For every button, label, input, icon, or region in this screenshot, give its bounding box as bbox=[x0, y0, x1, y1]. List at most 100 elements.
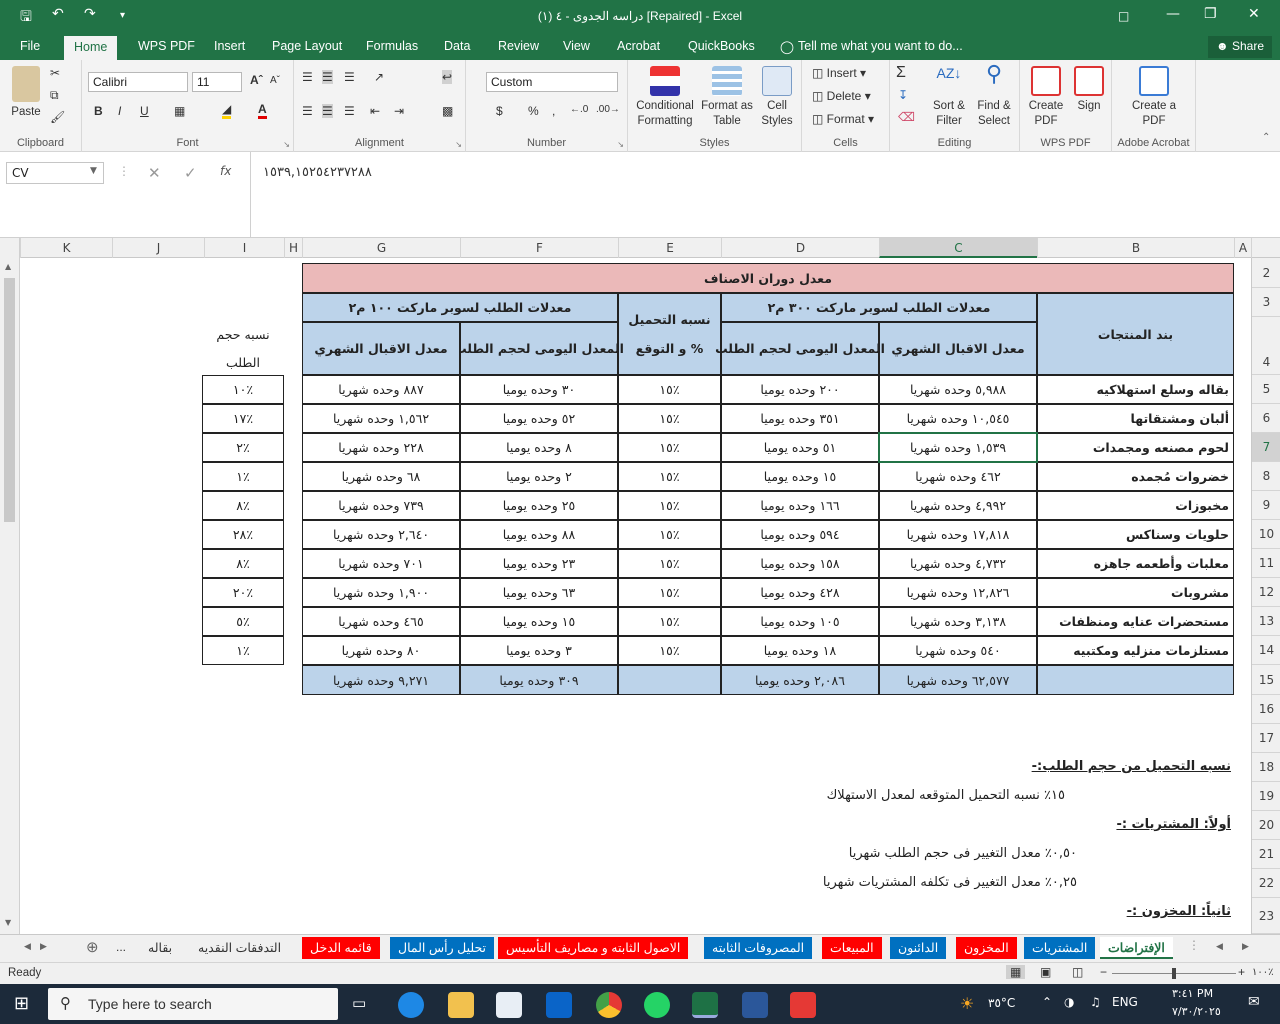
row-header[interactable]: 4 bbox=[1252, 317, 1280, 375]
zoom-out-icon[interactable]: − bbox=[1100, 965, 1107, 979]
product-cell[interactable]: خضروات مُجمده bbox=[1037, 462, 1234, 491]
copy-icon[interactable]: ⧉ bbox=[50, 88, 59, 103]
tab-acrobat[interactable]: Acrobat bbox=[617, 39, 660, 53]
note-cost-change[interactable]: ٠,٢٥٪ معدل التغيير فى تكلفه المشتريات شه… bbox=[823, 875, 1077, 890]
zoom-in-icon[interactable]: + bbox=[1238, 965, 1245, 979]
monthly-300-cell[interactable]: ١,٥٣٩ وحده شهريا bbox=[879, 433, 1037, 462]
wps-icon[interactable] bbox=[790, 992, 816, 1018]
tab-formulas[interactable]: Formulas bbox=[366, 39, 418, 53]
tab-page-layout[interactable]: Page Layout bbox=[272, 39, 342, 53]
product-cell[interactable]: ألبان ومشتقاتها bbox=[1037, 404, 1234, 433]
formula-input[interactable]: ١٥٣٩,١٥٢٥٤٢٣٧٢٨٨ bbox=[250, 152, 1280, 238]
monthly-300-cell[interactable]: ٤,٩٩٢ وحده شهريا bbox=[879, 491, 1037, 520]
row-header[interactable]: 15 bbox=[1252, 665, 1280, 695]
share-cell[interactable]: ٢٨٪ bbox=[202, 520, 284, 549]
product-cell[interactable]: معلبات وأطعمه جاهزه bbox=[1037, 549, 1234, 578]
daily-300-cell[interactable]: ١٨ وحده يوميا bbox=[721, 636, 879, 665]
sheet-tab[interactable]: المخزون bbox=[956, 937, 1017, 959]
total-cell-g[interactable]: ٩,٢٧١ وحده شهريا bbox=[302, 665, 460, 695]
tray-overflow-icon[interactable]: ⌃ bbox=[1042, 995, 1052, 1009]
row-header[interactable]: 9 bbox=[1252, 491, 1280, 520]
language-indicator[interactable]: ENG bbox=[1112, 995, 1138, 1009]
name-box-dropdown-icon[interactable]: ▼ bbox=[90, 166, 97, 176]
load-rate-cell[interactable]: ١٥٪ bbox=[618, 462, 721, 491]
share-cell[interactable]: ١٪ bbox=[202, 636, 284, 665]
edge-icon[interactable] bbox=[398, 992, 424, 1018]
load-rate-cell[interactable]: ١٥٪ bbox=[618, 491, 721, 520]
close-button[interactable]: ✕ bbox=[1248, 6, 1260, 22]
load-rate-cell[interactable]: ١٥٪ bbox=[618, 520, 721, 549]
volume-icon[interactable]: ♫ bbox=[1090, 995, 1101, 1009]
percent-icon[interactable]: % bbox=[528, 104, 539, 118]
fill-icon[interactable]: ↧ bbox=[898, 88, 908, 102]
row-header[interactable]: 20 bbox=[1252, 811, 1280, 840]
taskbar-search[interactable]: Type here to search bbox=[48, 988, 338, 1020]
tab-insert[interactable]: Insert bbox=[214, 39, 245, 53]
column-header-j[interactable]: J bbox=[112, 238, 204, 258]
tab-quickbooks[interactable]: QuickBooks bbox=[688, 39, 755, 53]
alignment-launcher-icon[interactable]: ↘ bbox=[455, 140, 462, 149]
total-cell-d[interactable]: ٢,٠٨٦ وحده يوميا bbox=[721, 665, 879, 695]
load-header[interactable]: نسبه التحميل و التوقع % bbox=[618, 293, 721, 375]
sort-filter-button[interactable]: AZ↓ Sort & Filter bbox=[928, 66, 970, 129]
collapse-ribbon-icon[interactable]: ⌃ bbox=[1262, 132, 1270, 143]
total-cell-b[interactable] bbox=[1037, 665, 1234, 695]
note-heading-purchases[interactable]: أولاً: المشتريات :- bbox=[1116, 817, 1231, 832]
zoom-level[interactable]: ١٠٠٪ bbox=[1252, 967, 1274, 978]
product-cell[interactable]: بقاله وسلع استهلاكيه bbox=[1037, 375, 1234, 404]
product-cell[interactable]: مشروبات bbox=[1037, 578, 1234, 607]
daily-100-cell[interactable]: ٦٣ وحده يوميا bbox=[460, 578, 618, 607]
column-header-i[interactable]: I bbox=[204, 238, 284, 258]
currency-icon[interactable]: $ bbox=[496, 104, 503, 118]
sheet-grid[interactable]: معدل دوران الاصناف بند المنتجات معدلات ا… bbox=[20, 258, 1251, 934]
share-cell[interactable]: ١٧٪ bbox=[202, 404, 284, 433]
row-header[interactable]: 21 bbox=[1252, 840, 1280, 869]
fill-color-icon[interactable]: ◢ bbox=[222, 102, 232, 119]
monthly-300-cell[interactable]: ٥٤٠ وحده شهريا bbox=[879, 636, 1037, 665]
daily-300-cell[interactable]: ٣٥١ وحده يوميا bbox=[721, 404, 879, 433]
autosum-icon[interactable]: Σ bbox=[896, 64, 906, 82]
insert-cells-button[interactable]: ◫ Insert ▾ bbox=[812, 66, 866, 80]
monthly-300-header[interactable]: معدل الاقبال الشهري bbox=[879, 322, 1037, 375]
page-break-view-icon[interactable]: ◫ bbox=[1072, 965, 1083, 979]
load-rate-cell[interactable]: ١٥٪ bbox=[618, 607, 721, 636]
daily-100-cell[interactable]: ٣٠ وحده يوميا bbox=[460, 375, 618, 404]
monthly-300-cell[interactable]: ١٢,٨٢٦ وحده شهريا bbox=[879, 578, 1037, 607]
borders-icon[interactable]: ▦ bbox=[174, 104, 185, 118]
temperature[interactable]: ٣٥°C bbox=[988, 996, 1015, 1010]
daily-100-cell[interactable]: ٢ وحده يوميا bbox=[460, 462, 618, 491]
cell-styles-button[interactable]: Cell Styles bbox=[756, 66, 798, 129]
daily-300-header[interactable]: المعدل اليومى لحجم الطلب bbox=[715, 322, 885, 375]
daily-100-cell[interactable]: ٣ وحده يوميا bbox=[460, 636, 618, 665]
column-header-k[interactable]: K bbox=[20, 238, 112, 258]
monthly-300-cell[interactable]: ٤٦٢ وحده شهريا bbox=[879, 462, 1037, 491]
clear-icon[interactable]: ⌫ bbox=[898, 110, 915, 124]
tab-wps-pdf[interactable]: WPS PDF bbox=[138, 39, 195, 53]
font-launcher-icon[interactable]: ↘ bbox=[283, 140, 290, 149]
row-header[interactable]: 19 bbox=[1252, 782, 1280, 811]
monthly-100-cell[interactable]: ٧٠١ وحده شهريا bbox=[302, 549, 460, 578]
weather-icon[interactable]: ☀ bbox=[960, 994, 974, 1013]
daily-300-cell[interactable]: ٥٩٤ وحده يوميا bbox=[721, 520, 879, 549]
increase-decimal-icon[interactable]: ←.0 bbox=[570, 104, 588, 115]
conditional-formatting-button[interactable]: Conditional Formatting bbox=[630, 66, 700, 129]
file-explorer-icon[interactable] bbox=[448, 992, 474, 1018]
group-300-header[interactable]: معدلات الطلب لسوبر ماركت ٣٠٠ م٢ bbox=[721, 293, 1037, 322]
create-a-pdf-button[interactable]: Create a PDF bbox=[1130, 66, 1178, 129]
orientation-icon[interactable]: ↗ bbox=[374, 70, 384, 84]
normal-view-icon[interactable]: ▦ bbox=[1006, 965, 1026, 979]
column-header-d[interactable]: D bbox=[721, 238, 879, 258]
daily-300-cell[interactable]: ١٥٨ وحده يوميا bbox=[721, 549, 879, 578]
create-pdf-button[interactable]: Create PDF bbox=[1024, 66, 1068, 129]
font-color-icon[interactable]: A bbox=[258, 102, 267, 119]
align-left-icon[interactable]: ☰ bbox=[302, 104, 313, 118]
format-painter-icon[interactable]: 🖌 bbox=[50, 110, 65, 124]
load-rate-cell[interactable]: ١٥٪ bbox=[618, 636, 721, 665]
column-header-h[interactable]: H bbox=[284, 238, 302, 258]
monthly-300-cell[interactable]: ١٧,٨١٨ وحده شهريا bbox=[879, 520, 1037, 549]
share-button[interactable]: ☻ Share bbox=[1208, 36, 1272, 58]
share-cell[interactable]: ١٠٪ bbox=[202, 375, 284, 404]
share-cell[interactable]: ١٪ bbox=[202, 462, 284, 491]
daily-100-cell[interactable]: ١٥ وحده يوميا bbox=[460, 607, 618, 636]
confirm-entry-icon[interactable]: ✓ bbox=[184, 164, 197, 182]
